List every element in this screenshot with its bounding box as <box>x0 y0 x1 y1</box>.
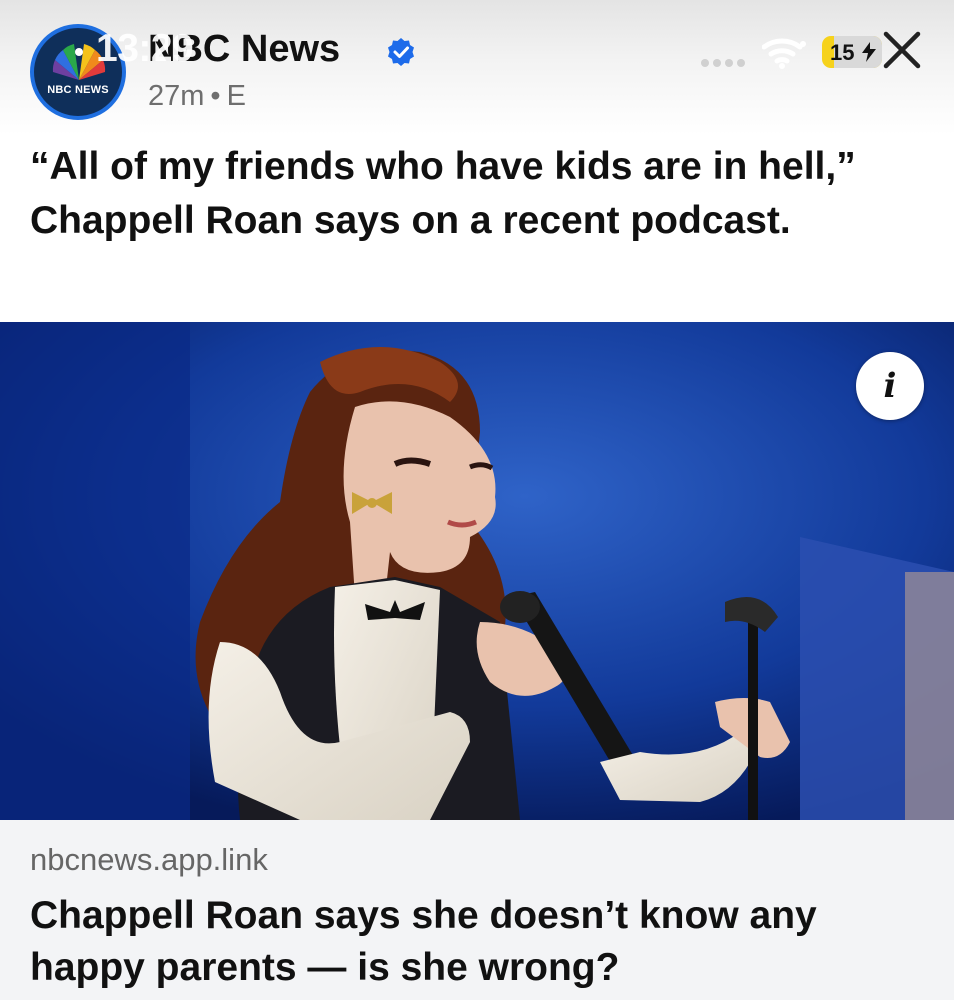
info-button[interactable]: i <box>856 352 924 420</box>
battery-icon: 15 <box>822 36 882 68</box>
post-headline: “All of my friends who have kids are in … <box>30 145 856 242</box>
link-title[interactable]: Chappell Roan says she doesn’t know any … <box>30 890 930 994</box>
post-time: 27m <box>148 80 205 112</box>
info-icon: i <box>883 366 897 406</box>
status-bar-time: 13:29 <box>96 27 194 70</box>
post-meta: 27m • E <box>148 80 246 113</box>
battery-level: 15 <box>830 40 855 65</box>
article-image[interactable] <box>0 322 954 820</box>
verified-badge-icon <box>388 38 414 66</box>
charging-bolt-icon <box>862 42 876 62</box>
wifi-icon <box>762 38 806 69</box>
edited-marker: E <box>226 80 246 112</box>
cellular-signal-icon <box>701 59 745 67</box>
avatar-logo-text: NBC NEWS <box>47 84 109 96</box>
concert-photo <box>0 322 954 820</box>
meta-separator: • <box>210 80 221 112</box>
link-domain: nbcnews.app.link <box>30 842 268 877</box>
close-icon[interactable] <box>882 30 922 70</box>
